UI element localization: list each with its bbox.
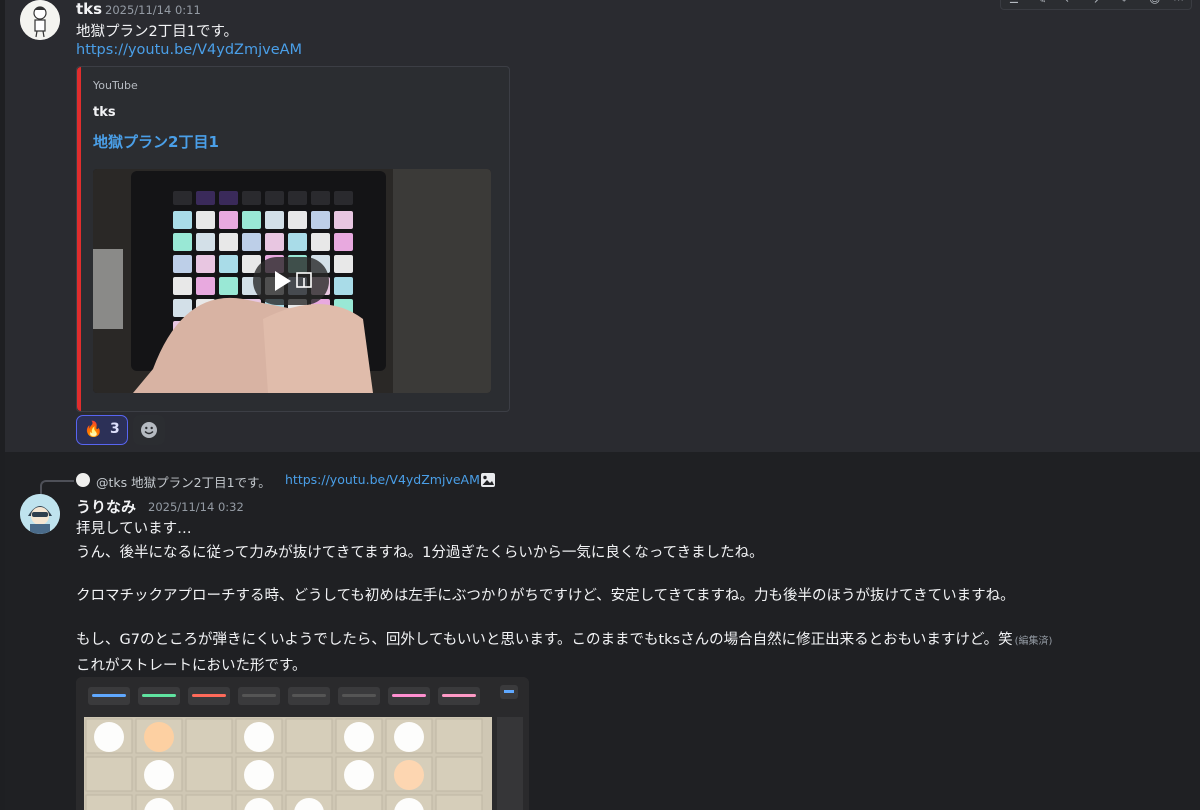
edit-icon[interactable]: ✎ — [1037, 0, 1046, 6]
video-thumbnail[interactable] — [93, 169, 491, 393]
message-line: もし、G7のところが弾きにくいようでしたら、回外してもいいと思います。このままで… — [76, 632, 1013, 648]
fire-reaction[interactable]: 🔥 3 — [76, 415, 128, 445]
fire-emoji-icon: 🔥 — [84, 420, 103, 438]
embed-author[interactable]: tks — [93, 105, 116, 120]
avatar[interactable] — [20, 494, 60, 534]
reply-mention[interactable]: @tks — [96, 475, 127, 490]
embed-title[interactable]: 地獄プラン2丁目1 — [93, 131, 219, 152]
reply-link[interactable]: https://youtu.be/V4ydZmjveAM — [285, 472, 480, 487]
reaction-count: 3 — [110, 421, 120, 437]
message-line: これがストレートにおいた形です。 — [76, 658, 307, 674]
timestamp: 2025/11/14 0:11 — [105, 3, 201, 17]
more-icon[interactable]: ⋯ — [1173, 0, 1184, 6]
youtube-link[interactable]: https://youtu.be/V4ydZmjveAM — [76, 42, 302, 58]
smiley-icon — [141, 422, 157, 438]
youtube-embed: YouTube tks 地獄プラン2丁目1 — [76, 66, 510, 412]
author-name[interactable]: うりなみ — [76, 496, 136, 517]
attached-photo[interactable] — [76, 677, 529, 810]
reply-connector — [40, 480, 74, 494]
message-line: うん、後半になるに従って力みが抜けてきてますね。1分過ぎたくらいから一気に良くな… — [76, 545, 764, 561]
edited-label: (編集済) — [1014, 636, 1053, 647]
reply-avatar[interactable] — [76, 473, 90, 487]
add-reaction-button[interactable] — [133, 415, 165, 445]
message-line-with-edit: もし、G7のところが弾きにくいようでしたら、回外してもいいと思います。このままで… — [76, 628, 1052, 649]
avatar-illustration — [20, 494, 60, 534]
forward-icon[interactable]: ↗ — [1093, 0, 1102, 6]
author-name[interactable]: tks — [76, 0, 102, 18]
launchpad-video-frame — [93, 169, 491, 393]
reply-preview[interactable]: @tks 地獄プラン2丁目1です。 — [96, 472, 271, 491]
reply-snippet: 地獄プラン2丁目1です。 — [131, 475, 271, 490]
timestamp: 2025/11/14 0:32 — [148, 500, 244, 514]
message-line: クロマチックアプローチする時、どうしても初めは左手にぶつかりがちですけど、安定し… — [76, 588, 1015, 604]
emoji-icon[interactable]: ☺ — [1149, 0, 1160, 6]
thread-icon[interactable]: ☰ — [1009, 0, 1019, 6]
message-line: 拝見しています… — [76, 521, 192, 537]
embed-color-bar — [77, 67, 81, 411]
image-icon — [480, 472, 496, 488]
avatar[interactable] — [20, 0, 60, 40]
message-text: 地獄プラン2丁目1です。 — [76, 24, 238, 40]
pin-icon[interactable]: ⌖ — [1121, 0, 1127, 7]
message-action-toolbar[interactable]: ☰ ✎ ↩ ↗ ⌖ ☺ ⋯ — [1000, 0, 1192, 10]
launchpad-photo — [76, 677, 529, 810]
avatar-illustration — [20, 0, 60, 40]
embed-provider[interactable]: YouTube — [93, 79, 138, 92]
reply-icon[interactable]: ↩ — [1065, 0, 1074, 6]
